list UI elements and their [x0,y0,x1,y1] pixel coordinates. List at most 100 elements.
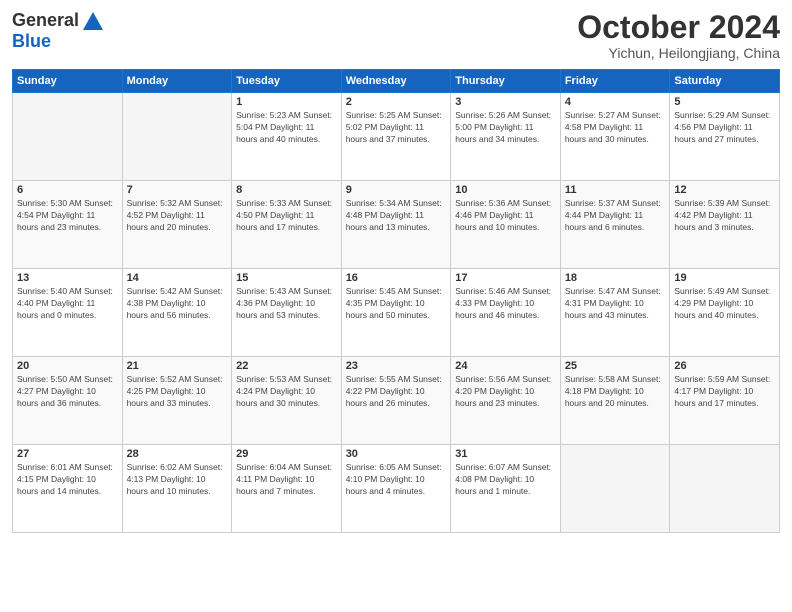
day-number: 1 [236,96,337,108]
calendar-cell: 7 Sunrise: 5:32 AM Sunset: 4:52 PM Daylig… [122,181,232,269]
day-number: 22 [236,360,337,372]
day-number: 13 [17,272,118,284]
calendar-cell: 4 Sunrise: 5:27 AM Sunset: 4:58 PM Daylig… [560,93,670,181]
day-number: 17 [455,272,556,284]
day-info: Sunrise: 5:45 AM Sunset: 4:35 PM Dayligh… [346,286,447,322]
calendar-cell [13,93,123,181]
day-number: 21 [127,360,228,372]
calendar-cell: 2 Sunrise: 5:25 AM Sunset: 5:02 PM Daylig… [341,93,451,181]
day-number: 20 [17,360,118,372]
calendar-cell: 16 Sunrise: 5:45 AM Sunset: 4:35 PM Dayli… [341,269,451,357]
calendar-cell: 18 Sunrise: 5:47 AM Sunset: 4:31 PM Dayli… [560,269,670,357]
calendar-cell: 13 Sunrise: 5:40 AM Sunset: 4:40 PM Dayli… [13,269,123,357]
calendar-day-header: Wednesday [341,70,451,93]
calendar-cell: 1 Sunrise: 5:23 AM Sunset: 5:04 PM Daylig… [232,93,342,181]
logo-triangle-icon [83,12,103,30]
calendar-cell: 19 Sunrise: 5:49 AM Sunset: 4:29 PM Dayli… [670,269,780,357]
title-area: October 2024 Yichun, Heilongjiang, China [577,10,780,61]
calendar-cell: 30 Sunrise: 6:05 AM Sunset: 4:10 PM Dayli… [341,445,451,533]
month-title: October 2024 [577,10,780,45]
day-info: Sunrise: 5:40 AM Sunset: 4:40 PM Dayligh… [17,286,118,322]
day-info: Sunrise: 5:46 AM Sunset: 4:33 PM Dayligh… [455,286,556,322]
day-info: Sunrise: 5:52 AM Sunset: 4:25 PM Dayligh… [127,374,228,410]
day-info: Sunrise: 5:47 AM Sunset: 4:31 PM Dayligh… [565,286,666,322]
calendar-week-row: 20Sunrise: 5:50 AM Sunset: 4:27 PM Dayli… [13,357,780,445]
calendar-cell: 11 Sunrise: 5:37 AM Sunset: 4:44 PM Dayli… [560,181,670,269]
day-info: Sunrise: 5:26 AM Sunset: 5:00 PM Dayligh… [455,110,556,146]
day-info: Sunrise: 5:49 AM Sunset: 4:29 PM Dayligh… [674,286,775,322]
calendar-cell [560,445,670,533]
day-info: Sunrise: 5:59 AM Sunset: 4:17 PM Dayligh… [674,374,775,410]
calendar-cell: 14Sunrise: 5:42 AM Sunset: 4:38 PM Dayli… [122,269,232,357]
calendar-cell: 31 Sunrise: 6:07 AM Sunset: 4:08 PM Dayli… [451,445,561,533]
day-info: Sunrise: 5:58 AM Sunset: 4:18 PM Dayligh… [565,374,666,410]
page: General Blue October 2024 Yichun, Heilon… [0,0,792,612]
day-number: 8 [236,184,337,196]
day-info: Sunrise: 5:32 AM Sunset: 4:52 PM Dayligh… [127,198,228,234]
calendar-cell: 22Sunrise: 5:53 AM Sunset: 4:24 PM Dayli… [232,357,342,445]
day-info: Sunrise: 5:25 AM Sunset: 5:02 PM Dayligh… [346,110,447,146]
day-info: Sunrise: 6:01 AM Sunset: 4:15 PM Dayligh… [17,462,118,498]
day-number: 30 [346,448,447,460]
calendar-day-header: Monday [122,70,232,93]
day-number: 2 [346,96,447,108]
day-number: 3 [455,96,556,108]
calendar-cell [670,445,780,533]
day-info: Sunrise: 6:05 AM Sunset: 4:10 PM Dayligh… [346,462,447,498]
calendar-cell: 27 Sunrise: 6:01 AM Sunset: 4:15 PM Dayli… [13,445,123,533]
day-number: 9 [346,184,447,196]
day-info: Sunrise: 5:42 AM Sunset: 4:38 PM Dayligh… [127,286,228,322]
calendar-header-row: SundayMondayTuesdayWednesdayThursdayFrid… [13,70,780,93]
day-number: 28 [127,448,228,460]
day-number: 23 [346,360,447,372]
day-info: Sunrise: 6:02 AM Sunset: 4:13 PM Dayligh… [127,462,228,498]
day-number: 7 [127,184,228,196]
calendar-day-header: Saturday [670,70,780,93]
day-number: 18 [565,272,666,284]
calendar-cell [122,93,232,181]
day-info: Sunrise: 5:23 AM Sunset: 5:04 PM Dayligh… [236,110,337,146]
calendar-week-row: 6 Sunrise: 5:30 AM Sunset: 4:54 PM Daylig… [13,181,780,269]
calendar-cell: 15 Sunrise: 5:43 AM Sunset: 4:36 PM Dayli… [232,269,342,357]
header: General Blue October 2024 Yichun, Heilon… [12,10,780,61]
day-number: 5 [674,96,775,108]
calendar-cell: 6 Sunrise: 5:30 AM Sunset: 4:54 PM Daylig… [13,181,123,269]
calendar-day-header: Tuesday [232,70,342,93]
calendar-table: SundayMondayTuesdayWednesdayThursdayFrid… [12,69,780,533]
day-number: 15 [236,272,337,284]
subtitle: Yichun, Heilongjiang, China [577,45,780,61]
day-number: 19 [674,272,775,284]
logo: General [12,10,103,31]
calendar-day-header: Sunday [13,70,123,93]
day-number: 16 [346,272,447,284]
logo-area: General Blue [12,10,103,52]
day-number: 26 [674,360,775,372]
calendar-cell: 23 Sunrise: 5:55 AM Sunset: 4:22 PM Dayli… [341,357,451,445]
day-number: 29 [236,448,337,460]
day-number: 11 [565,184,666,196]
calendar-week-row: 13 Sunrise: 5:40 AM Sunset: 4:40 PM Dayli… [13,269,780,357]
calendar-cell: 9Sunrise: 5:34 AM Sunset: 4:48 PM Daylig… [341,181,451,269]
day-info: Sunrise: 5:39 AM Sunset: 4:42 PM Dayligh… [674,198,775,234]
day-number: 6 [17,184,118,196]
day-number: 31 [455,448,556,460]
logo-general: General [12,10,79,31]
day-info: Sunrise: 5:30 AM Sunset: 4:54 PM Dayligh… [17,198,118,234]
day-info: Sunrise: 5:29 AM Sunset: 4:56 PM Dayligh… [674,110,775,146]
day-info: Sunrise: 5:37 AM Sunset: 4:44 PM Dayligh… [565,198,666,234]
day-number: 4 [565,96,666,108]
day-info: Sunrise: 6:04 AM Sunset: 4:11 PM Dayligh… [236,462,337,498]
calendar-week-row: 1 Sunrise: 5:23 AM Sunset: 5:04 PM Daylig… [13,93,780,181]
calendar-cell: 3 Sunrise: 5:26 AM Sunset: 5:00 PM Daylig… [451,93,561,181]
day-number: 12 [674,184,775,196]
logo-blue: Blue [12,31,51,52]
calendar-cell: 21 Sunrise: 5:52 AM Sunset: 4:25 PM Dayli… [122,357,232,445]
day-info: Sunrise: 5:55 AM Sunset: 4:22 PM Dayligh… [346,374,447,410]
day-info: Sunrise: 5:56 AM Sunset: 4:20 PM Dayligh… [455,374,556,410]
day-number: 27 [17,448,118,460]
day-info: Sunrise: 5:43 AM Sunset: 4:36 PM Dayligh… [236,286,337,322]
day-info: Sunrise: 6:07 AM Sunset: 4:08 PM Dayligh… [455,462,556,498]
day-info: Sunrise: 5:27 AM Sunset: 4:58 PM Dayligh… [565,110,666,146]
calendar-cell: 29 Sunrise: 6:04 AM Sunset: 4:11 PM Dayli… [232,445,342,533]
calendar-cell: 12 Sunrise: 5:39 AM Sunset: 4:42 PM Dayli… [670,181,780,269]
